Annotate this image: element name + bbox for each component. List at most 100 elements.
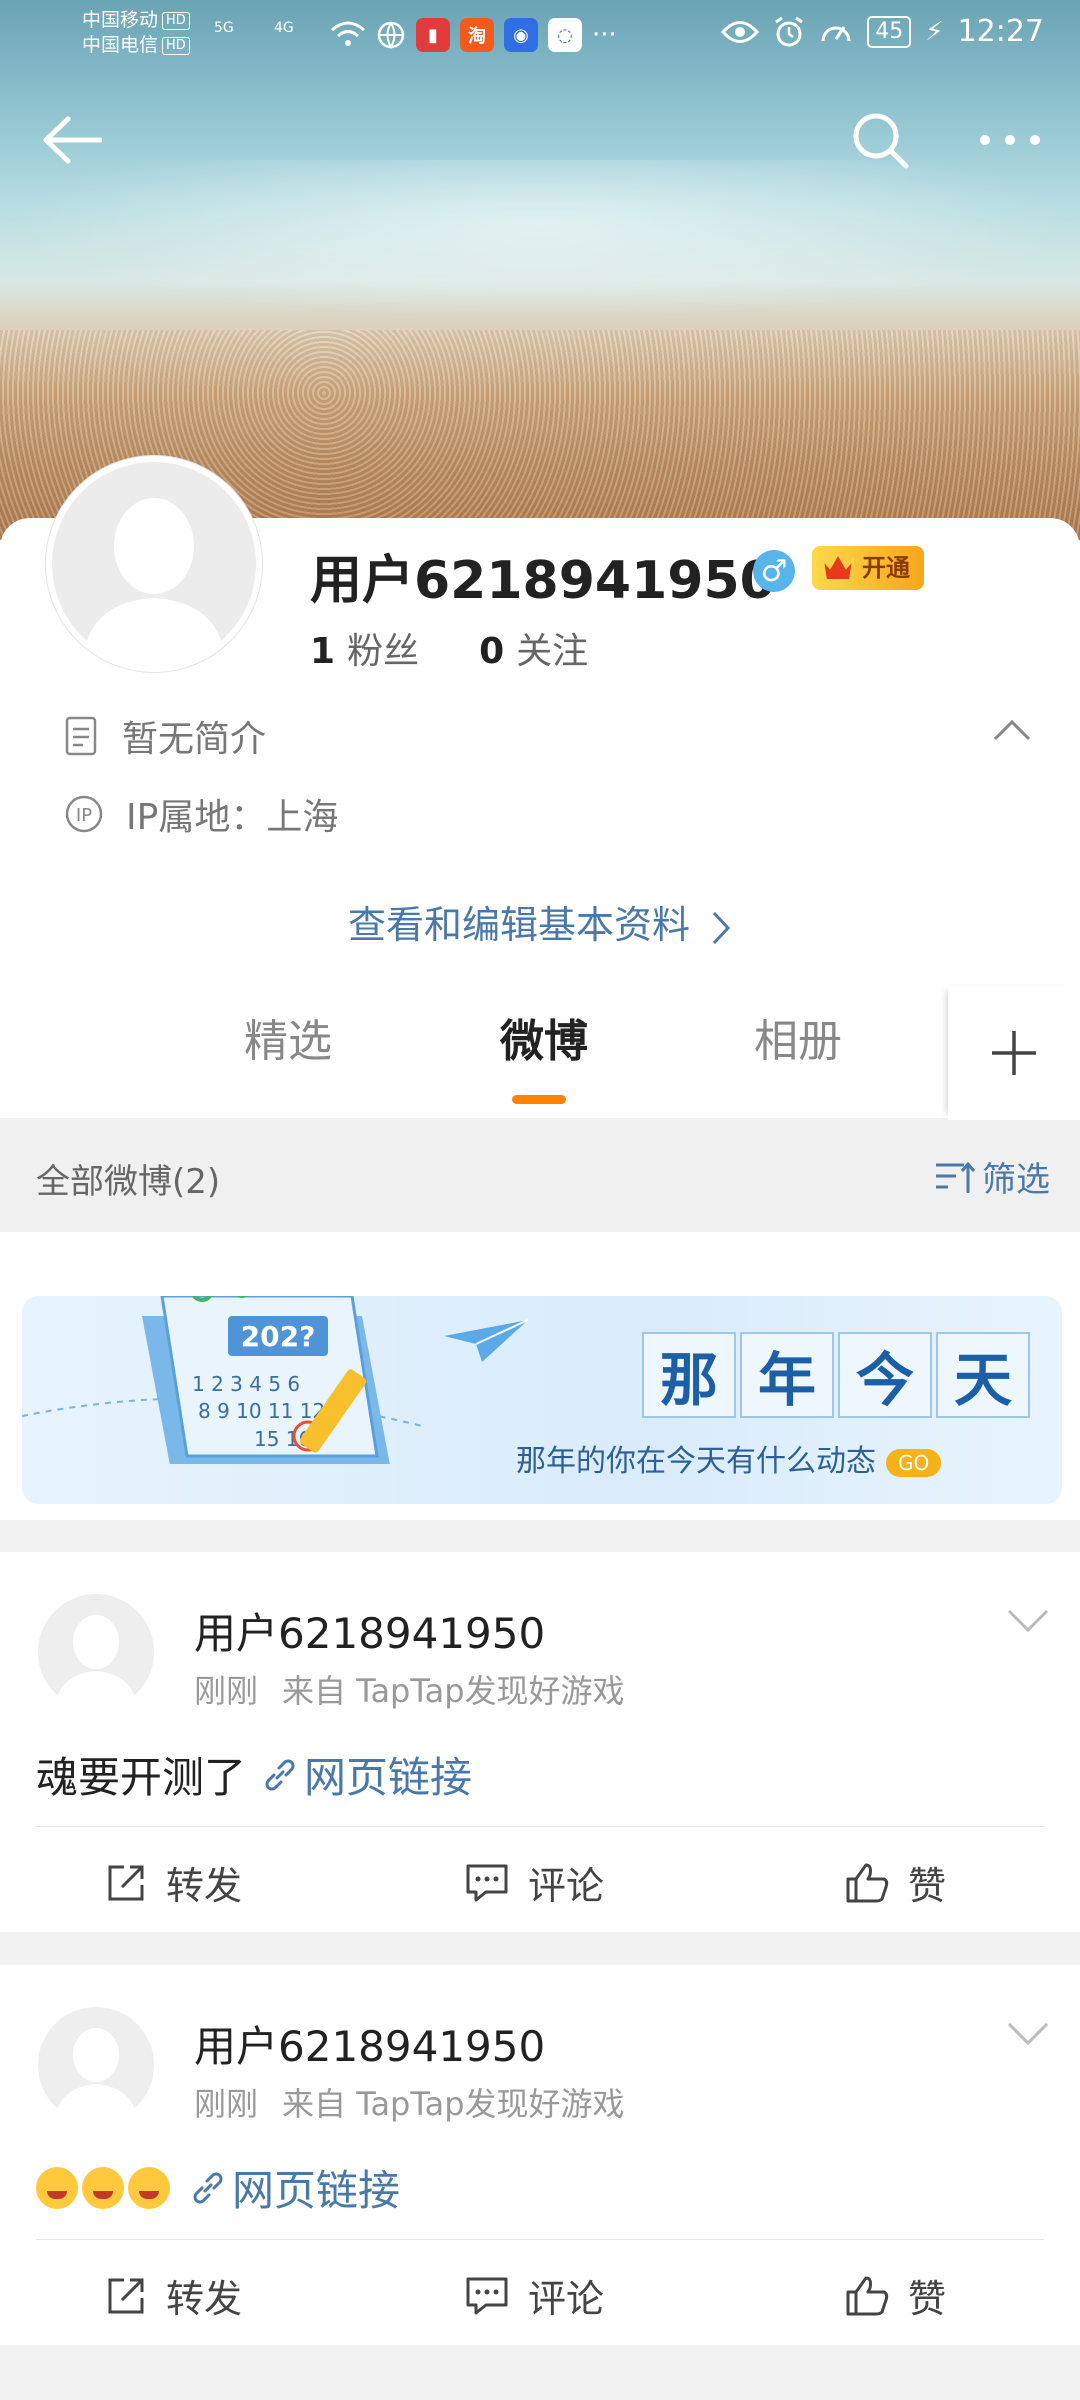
taobao-app-icon: 淘 [460, 18, 494, 52]
ip-location-text: IP属地：上海 [126, 797, 339, 838]
memories-banner-section: 202? 1 2 3 4 5 6 8 9 10 11 12 15 16 那 年 … [0, 1232, 1080, 1520]
banner-title: 那 年 今 天 [642, 1332, 1030, 1418]
banner-char: 今 [838, 1332, 932, 1418]
profile-avatar[interactable] [46, 456, 262, 672]
comment-button[interactable]: 评论 [464, 2268, 604, 2323]
all-posts-count: 全部微博(2) [36, 1162, 221, 1202]
on-this-day-banner[interactable]: 202? 1 2 3 4 5 6 8 9 10 11 12 15 16 那 年 … [22, 1296, 1062, 1504]
filter-icon [936, 1161, 976, 1193]
filter-label: 筛选 [982, 1160, 1050, 1200]
svg-text:8 9 10 11 12: 8 9 10 11 12 [198, 1399, 325, 1423]
comment-icon [466, 2277, 508, 2314]
post-author-avatar[interactable] [38, 1594, 154, 1710]
back-button[interactable] [30, 100, 110, 180]
system-status: 45 ⚡ 12:27 [721, 14, 1044, 49]
default-avatar-icon [54, 1615, 138, 1710]
web-link[interactable]: 网页链接 [262, 1744, 472, 1805]
repost-icon [108, 2278, 144, 2313]
banner-char: 天 [936, 1332, 1030, 1418]
repost-button[interactable]: 转发 [104, 1855, 242, 1910]
more-notifications-icon: ··· [592, 20, 617, 50]
tab-album[interactable]: 相册 [754, 1005, 842, 1069]
more-dots-icon [980, 135, 1040, 145]
banner-char: 那 [642, 1332, 736, 1418]
status-bar: 中国移动 HD 中国电信 HD 5G 4G ▮ 淘 ◉ ◌ ··· 45 ⚡ 12:… [0, 0, 1080, 70]
fans-stat[interactable]: 1 粉丝 [310, 622, 419, 674]
edit-profile-link[interactable]: 查看和编辑基本资料 [0, 894, 1080, 949]
banner-char: 年 [740, 1332, 834, 1418]
go-button[interactable]: GO [886, 1449, 942, 1477]
banner-subtitle: 那年的你在今天有什么动态 GO [516, 1436, 942, 1480]
carrier2-label: 中国电信 [82, 34, 159, 56]
post-time: 刚刚 [194, 2085, 259, 2123]
web-link-label: 网页链接 [304, 1753, 473, 1802]
comment-icon [466, 1864, 508, 1901]
back-arrow-icon [43, 116, 102, 164]
post-card[interactable]: 用户6218941950 刚刚 来自 TapTap发现好游戏 魂要开测了 网页链接… [0, 1552, 1080, 1932]
ip-icon: IP [65, 795, 103, 833]
active-tab-indicator [512, 1095, 566, 1104]
cover-sky-haze [0, 160, 1080, 320]
wifi-icon [331, 21, 365, 46]
chevron-right-icon [712, 911, 731, 944]
notification-icons: ▮ 淘 ◉ ◌ ··· [330, 18, 617, 52]
fans-count: 1 [310, 631, 336, 672]
like-label: 赞 [908, 2277, 947, 2321]
paper-plane-icon [444, 1319, 529, 1362]
post-actions: 转发 评论 赞 [0, 2240, 1080, 2345]
bulb-app-icon: ◉ [504, 18, 538, 52]
edit-profile-label: 查看和编辑基本资料 [347, 903, 690, 947]
chevron-down-icon[interactable] [1006, 2021, 1050, 2047]
following-count: 0 [479, 631, 505, 672]
charging-icon: ⚡ [925, 16, 944, 47]
more-button[interactable] [970, 100, 1050, 180]
vip-label: 开通 [862, 554, 910, 582]
bio-text: 暂无简介 [122, 719, 267, 760]
like-label: 赞 [908, 1864, 947, 1908]
clock: 12:27 [957, 14, 1044, 49]
post-author-name[interactable]: 用户6218941950 [194, 1600, 545, 1661]
shocked-face-emoji-icon [128, 2166, 170, 2209]
like-button[interactable]: 赞 [844, 2268, 946, 2323]
profile-username: 用户6218941950 [310, 551, 776, 611]
speed-icon [821, 25, 851, 41]
post-source: 来自 TapTap发现好游戏 [282, 1672, 625, 1710]
comment-button[interactable]: 评论 [464, 1855, 604, 1910]
web-link-label: 网页链接 [232, 2166, 401, 2215]
document-icon [65, 716, 97, 756]
chevron-down-icon[interactable] [1006, 1608, 1050, 1634]
link-icon [265, 1759, 295, 1790]
repost-label: 转发 [166, 2277, 243, 2321]
web-link[interactable]: 网页链接 [190, 2157, 400, 2218]
post-content: 魂要开测了 网页链接 [36, 1744, 472, 1805]
tab-featured[interactable]: 精选 [244, 1005, 332, 1069]
filter-button[interactable]: 筛选 [934, 1152, 1050, 1201]
like-button[interactable]: 赞 [844, 1855, 946, 1910]
post-meta: 刚刚 来自 TapTap发现好游戏 [194, 1666, 625, 1712]
globe-icon [377, 21, 405, 49]
calendar-year: 202? [241, 1320, 316, 1353]
book-app-icon: ▮ [416, 18, 450, 52]
hd-badge: HD [162, 11, 190, 30]
network-5g-label: 5G [214, 20, 234, 36]
search-button[interactable] [840, 100, 920, 180]
post-actions: 转发 评论 赞 [0, 1827, 1080, 1932]
chat-app-icon: ◌ [548, 18, 582, 52]
post-author-name[interactable]: 用户6218941950 [194, 2013, 545, 2074]
repost-button[interactable]: 转发 [104, 2268, 242, 2323]
post-card[interactable]: 用户6218941950 刚刚 来自 TapTap发现好游戏 网页链接 转发 评论 [0, 1965, 1080, 2345]
eye-icon [721, 20, 760, 43]
fans-label: 粉丝 [347, 631, 420, 672]
add-tab-button[interactable] [948, 985, 1080, 1120]
svg-text:IP: IP [76, 805, 92, 826]
post-author-avatar[interactable] [38, 2007, 154, 2123]
tab-weibo[interactable]: 微博 [500, 1005, 588, 1069]
crown-icon [821, 551, 855, 581]
chevron-up-icon[interactable] [992, 718, 1032, 742]
following-stat[interactable]: 0 关注 [479, 622, 588, 674]
calendar-illustration: 202? 1 2 3 4 5 6 8 9 10 11 12 15 16 [22, 1296, 423, 1464]
bio-row[interactable]: 暂无简介 [64, 710, 266, 762]
vip-open-badge[interactable]: 开通 [812, 546, 924, 590]
post-text: 魂要开测了 [36, 1753, 247, 1802]
plus-icon [992, 1030, 1036, 1075]
